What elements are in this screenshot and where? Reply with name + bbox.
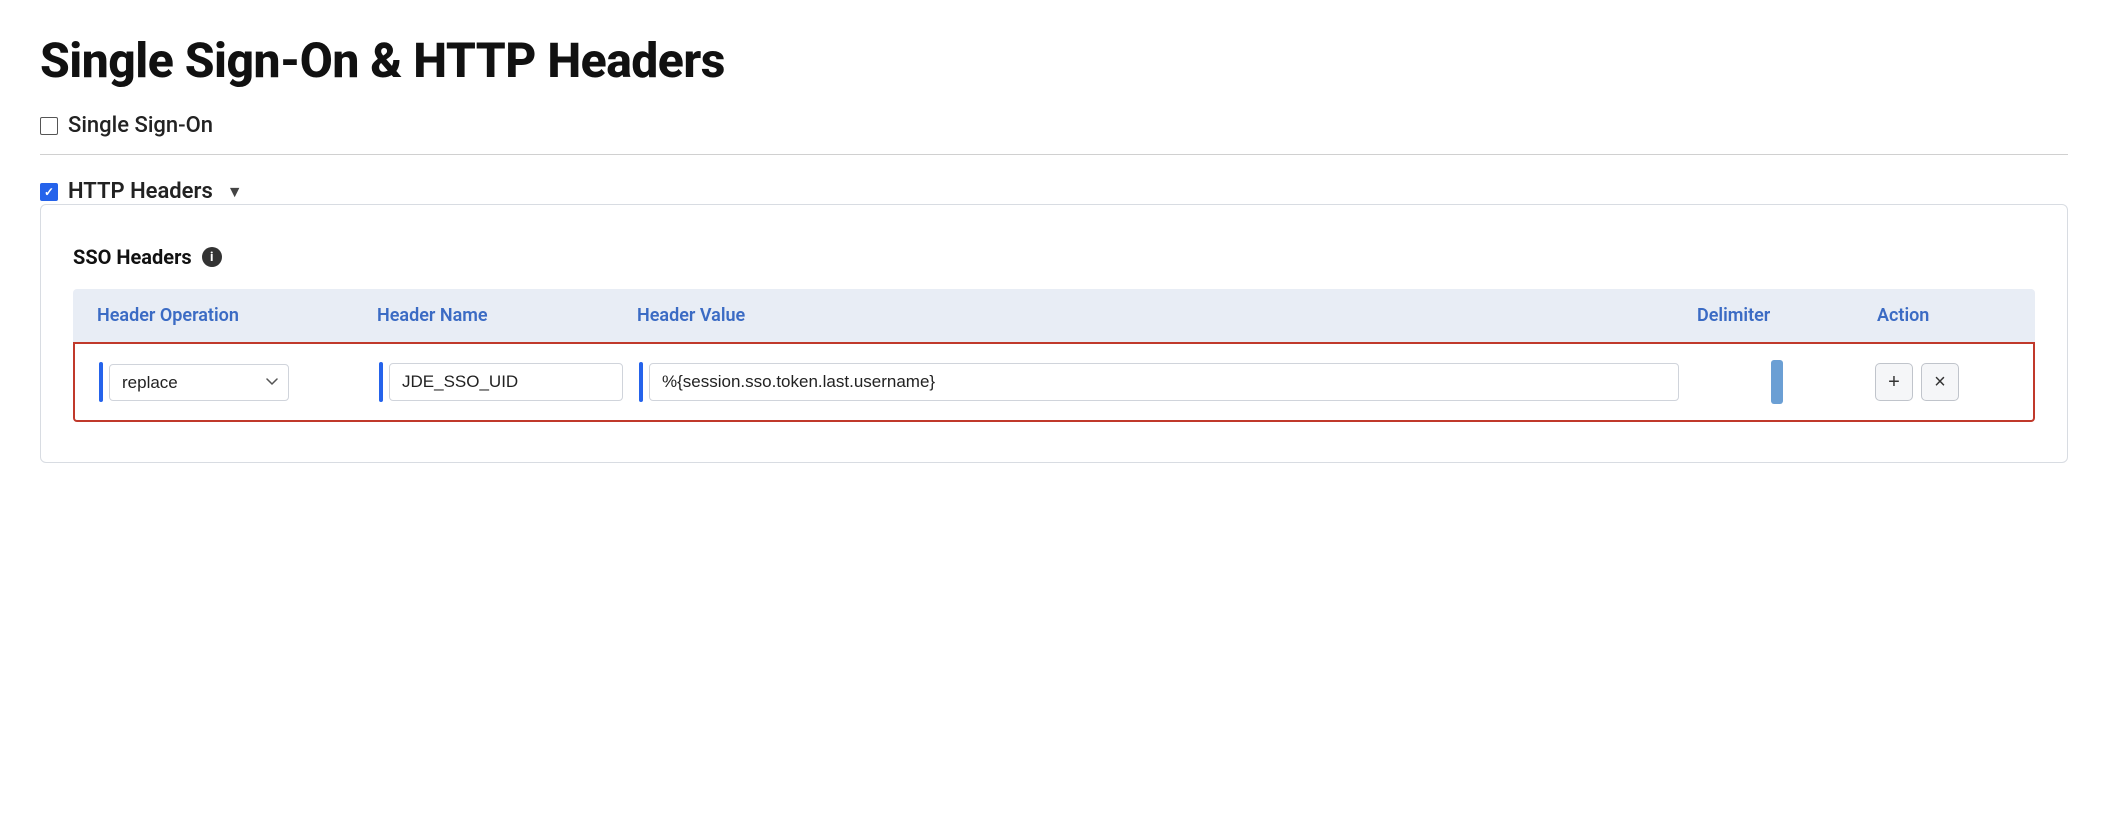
header-name-cell [371, 358, 631, 406]
col-header-delimiter: Delimiter [1689, 301, 1869, 330]
page-title: Single Sign-On & HTTP Headers [40, 32, 2068, 89]
table-header-row: Header Operation Header Name Header Valu… [73, 289, 2035, 342]
operation-select[interactable]: replace add remove set [109, 364, 289, 401]
header-name-input[interactable] [389, 363, 623, 401]
col-header-operation: Header Operation [89, 301, 369, 330]
http-headers-label: HTTP Headers [68, 179, 213, 204]
operation-select-wrapper: replace add remove set [109, 364, 363, 401]
http-headers-section: HTTP Headers ▼ [40, 179, 2068, 204]
col-header-value: Header Value [629, 301, 1689, 330]
http-headers-dropdown-arrow[interactable]: ▼ [227, 182, 243, 202]
operation-cell: replace add remove set [91, 358, 371, 406]
add-row-button[interactable]: + [1875, 363, 1913, 401]
sso-headers-title-row: SSO Headers i [73, 245, 2035, 269]
action-cell: + × [1867, 359, 2017, 405]
sso-label: Single Sign-On [68, 113, 213, 138]
value-blue-bar [639, 362, 643, 402]
header-value-input[interactable] [649, 363, 1679, 401]
divider [40, 154, 2068, 155]
sso-section: Single Sign-On [40, 113, 2068, 138]
remove-row-button[interactable]: × [1921, 363, 1959, 401]
sso-headers-label: SSO Headers [73, 245, 192, 269]
http-headers-checkbox[interactable] [40, 183, 58, 201]
col-header-name: Header Name [369, 301, 629, 330]
action-buttons: + × [1875, 363, 1959, 401]
header-value-cell [631, 358, 1687, 406]
operation-blue-bar [99, 362, 103, 402]
sso-checkbox[interactable] [40, 117, 58, 135]
sso-headers-table: Header Operation Header Name Header Valu… [73, 289, 2035, 422]
info-icon[interactable]: i [202, 247, 222, 267]
col-header-action: Action [1869, 301, 2019, 330]
delimiter-bar [1771, 360, 1783, 404]
name-blue-bar [379, 362, 383, 402]
headers-panel: SSO Headers i Header Operation Header Na… [40, 204, 2068, 463]
table-row: replace add remove set [73, 342, 2035, 422]
delimiter-cell [1687, 356, 1867, 408]
